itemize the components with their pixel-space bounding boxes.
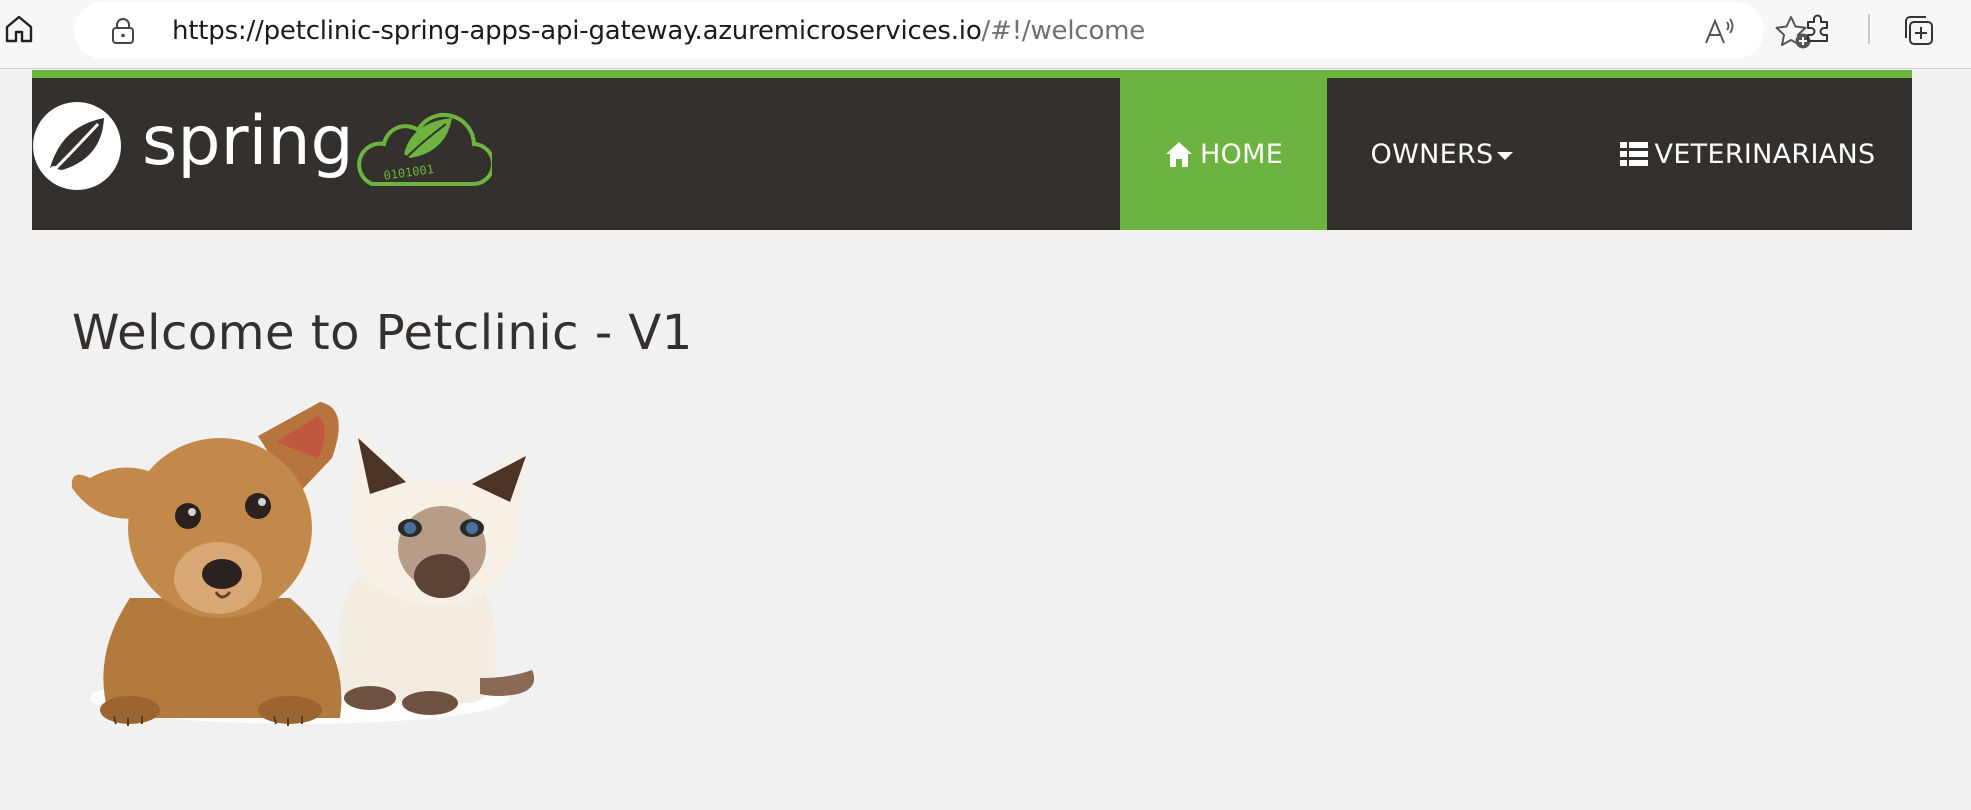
toolbar-divider [1868, 14, 1870, 44]
extensions-icon[interactable] [1800, 11, 1836, 47]
read-aloud-icon[interactable] [1702, 14, 1738, 48]
page-title: Welcome to Petclinic - V1 [72, 305, 693, 361]
nav-veterinarians-label: VETERINARIANS [1654, 138, 1876, 170]
nav-home-label: HOME [1199, 138, 1284, 170]
browser-toolbar: https://petclinic-spring-apps-api-gatewa… [0, 0, 1971, 69]
spring-wordmark: spring [142, 102, 354, 181]
spring-leaf-mark [33, 102, 121, 190]
kitten-figure [337, 430, 535, 715]
nav-owners-label: OWNERS [1370, 138, 1494, 170]
collections-icon[interactable] [1900, 12, 1936, 48]
svg-text:0101001: 0101001 [383, 162, 435, 183]
puppy-figure [71, 402, 342, 726]
spring-logo[interactable]: spring 0101001 [32, 96, 492, 196]
home-outline-icon [5, 15, 33, 43]
cloud-leaf-icon: 0101001 [357, 112, 492, 187]
site-navbar: spring 0101001 HOME OWNERS VETERINARIANS [32, 70, 1912, 230]
address-bar[interactable]: https://petclinic-spring-apps-api-gatewa… [74, 2, 1811, 59]
list-icon [1619, 142, 1648, 166]
nav-veterinarians[interactable]: VETERINARIANS [1592, 78, 1902, 230]
home-icon [1165, 142, 1192, 167]
url-host: https://petclinic-spring-apps-api-gatewa… [172, 16, 982, 46]
puppy-and-kitten-image [71, 402, 535, 726]
url-text[interactable]: https://petclinic-spring-apps-api-gatewa… [172, 15, 1145, 47]
chevron-down-icon [1497, 152, 1514, 160]
lock-icon[interactable] [110, 17, 136, 45]
nav-home[interactable]: HOME [1120, 78, 1327, 230]
nav-owners-dropdown[interactable]: OWNERS [1352, 78, 1532, 230]
url-path: /#!/welcome [981, 16, 1146, 46]
browser-home-button[interactable] [0, 10, 38, 48]
